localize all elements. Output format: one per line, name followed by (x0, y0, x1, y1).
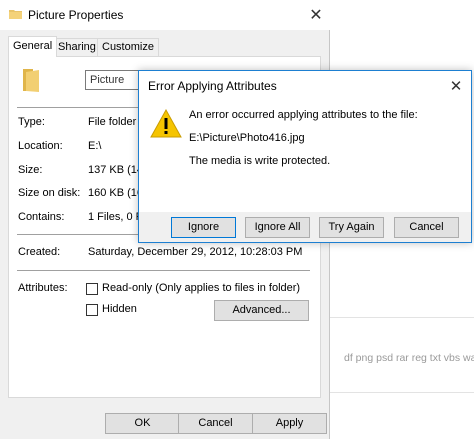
type-value: File folder (88, 116, 137, 128)
contains-label: Contains: (18, 211, 65, 223)
close-icon[interactable]: ✕ (445, 75, 467, 97)
error-dialog: Error Applying Attributes ✕ An error occ… (138, 70, 472, 243)
tab-customize[interactable]: Customize (97, 38, 159, 56)
ignore-button[interactable]: Ignore (171, 217, 236, 238)
tab-general[interactable]: General (8, 36, 58, 57)
attributes-label: Attributes: (18, 282, 68, 294)
location-value: E:\ (88, 140, 102, 152)
cancel-button[interactable]: Cancel (394, 217, 459, 238)
divider (17, 270, 310, 271)
tab-sharing[interactable]: Sharing (53, 38, 101, 56)
readonly-label: Read-only (Only applies to files in fold… (102, 282, 301, 294)
ok-button[interactable]: OK (105, 413, 180, 434)
divider (330, 392, 474, 393)
try-again-button[interactable]: Try Again (319, 217, 384, 238)
created-label: Created: (18, 246, 61, 258)
dialog-title-bar[interactable]: Error Applying Attributes ✕ (139, 71, 471, 101)
error-message: An error occurred applying attributes to… (189, 109, 418, 121)
cancel-button[interactable]: Cancel (178, 413, 253, 434)
hidden-label: Hidden (102, 303, 137, 315)
supported-extensions-text: df png psd rar reg txt vbs wav xls (344, 352, 474, 364)
size-on-disk-label: Size on disk: (18, 187, 81, 199)
type-label: Type: (18, 116, 45, 128)
apply-button[interactable]: Apply (252, 413, 327, 434)
created-value: Saturday, December 29, 2012, 10:28:03 PM (88, 246, 303, 258)
divider (330, 317, 474, 318)
hidden-checkbox[interactable] (86, 304, 98, 316)
title-bar[interactable]: Picture Properties ✕ (0, 0, 330, 30)
dialog-title: Error Applying Attributes (148, 79, 277, 93)
warning-icon (150, 109, 182, 138)
close-icon[interactable]: ✕ (304, 3, 328, 27)
error-reason: The media is write protected. (189, 155, 331, 167)
folder-icon (23, 69, 39, 92)
file-path: E:\Picture\Photo416.jpg (189, 132, 305, 144)
folder-icon (9, 10, 22, 19)
folder-name-input[interactable]: Picture (85, 70, 145, 90)
readonly-checkbox[interactable] (86, 283, 98, 295)
size-label: Size: (18, 164, 43, 176)
advanced-button[interactable]: Advanced... (214, 300, 309, 321)
location-label: Location: (18, 140, 63, 152)
window-title: Picture Properties (28, 8, 124, 22)
ignore-all-button[interactable]: Ignore All (245, 217, 310, 238)
